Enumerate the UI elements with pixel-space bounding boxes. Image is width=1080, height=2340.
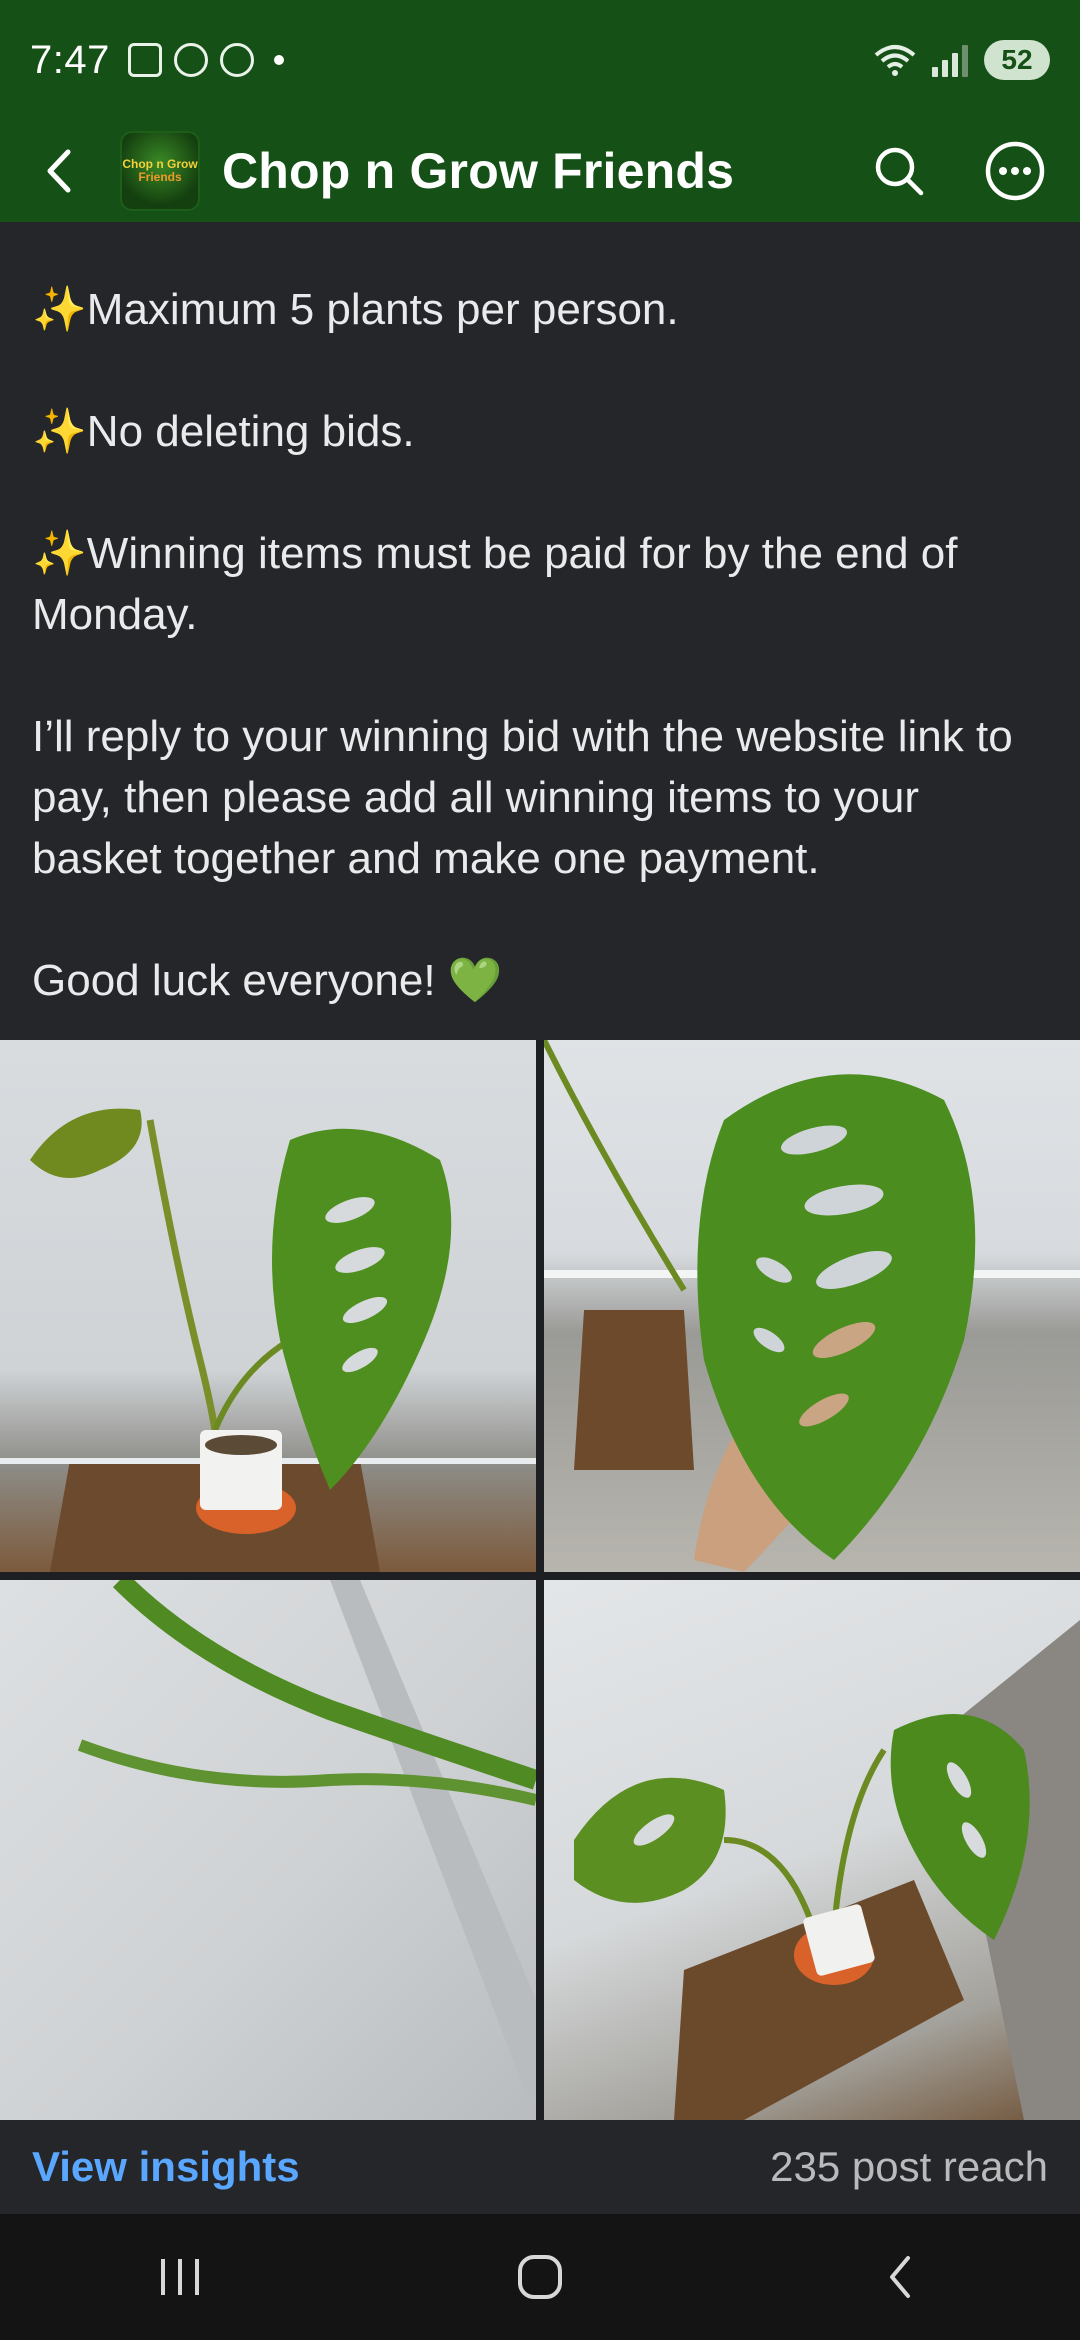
- search-button[interactable]: [864, 136, 934, 206]
- status-bar: 7:47 52: [0, 0, 1080, 120]
- monstera-stem-closeup-photo[interactable]: [0, 1580, 536, 2120]
- view-insights-link[interactable]: View insights: [32, 2143, 300, 2191]
- recent-apps-button[interactable]: [120, 2232, 240, 2322]
- rule-text-1: Maximum 5 plants per person.: [86, 285, 679, 334]
- more-options-icon: [985, 141, 1045, 201]
- sparkle-icon: ✨: [32, 407, 87, 456]
- avatar-logo-subtext: Friends: [138, 170, 182, 184]
- rule-text-3: Winning items must be paid for by the en…: [32, 529, 958, 639]
- home-icon: [518, 2255, 562, 2299]
- sparkle-icon: ✨: [32, 529, 87, 578]
- chatgpt-icon: [219, 43, 254, 77]
- status-time: 7:47: [30, 37, 110, 82]
- closing-text: Good luck everyone!: [32, 956, 436, 1005]
- post-reach-count: 235 post reach: [770, 2143, 1048, 2190]
- photo-grid: [0, 1040, 1080, 2120]
- post-body: ✨Maximum 5 plants per person. ✨No deleti…: [0, 222, 1080, 1040]
- more-options-button[interactable]: [980, 136, 1050, 206]
- screenshot-icon: [127, 43, 162, 77]
- notification-dot-icon: [273, 55, 284, 65]
- system-navigation-bar: [0, 2214, 1080, 2340]
- header-actions: [864, 136, 1080, 206]
- cut-off-line: [32, 222, 1048, 236]
- back-button[interactable]: [0, 120, 120, 222]
- threads-icon: [173, 43, 208, 77]
- monstera-leaf-in-hand-photo[interactable]: [544, 1040, 1080, 1572]
- post-footer: View insights 235 post reach: [0, 2120, 1080, 2214]
- monstera-plant-photo-1[interactable]: [0, 1040, 536, 1572]
- battery-level: 52: [1001, 44, 1033, 75]
- monstera-plant-photo-2[interactable]: [544, 1580, 1080, 2120]
- group-avatar[interactable]: Chop n Grow Friends: [120, 131, 200, 211]
- closing-line: Good luck everyone! 💚: [32, 950, 1048, 1011]
- battery-icon: 52: [984, 40, 1050, 80]
- status-system-icons: 52: [874, 40, 1050, 80]
- payment-instructions: I’ll reply to your winning bid with the …: [32, 712, 1013, 883]
- group-title[interactable]: Chop n Grow Friends: [222, 142, 734, 200]
- rule-line-2: ✨No deleting bids.: [32, 401, 1048, 462]
- search-icon: [875, 147, 924, 196]
- rule-text-2: No deleting bids.: [86, 407, 415, 456]
- rule-line-3: ✨Winning items must be paid for by the e…: [32, 523, 1048, 645]
- system-back-button[interactable]: [840, 2232, 960, 2322]
- group-header: Chop n Grow Friends Chop n Grow Friends: [0, 120, 1080, 222]
- rule-line-1: ✨Maximum 5 plants per person.: [32, 279, 1048, 340]
- back-arrow-icon: [47, 149, 71, 193]
- sparkle-icon: ✨: [32, 285, 87, 334]
- recent-apps-icon: [161, 2259, 199, 2295]
- home-button[interactable]: [480, 2232, 600, 2322]
- system-back-icon: [890, 2256, 910, 2298]
- green-heart-icon: 💚: [447, 956, 503, 1005]
- status-notification-icons: [127, 43, 284, 77]
- wifi-icon: [874, 45, 916, 76]
- signal-icon: [932, 43, 968, 77]
